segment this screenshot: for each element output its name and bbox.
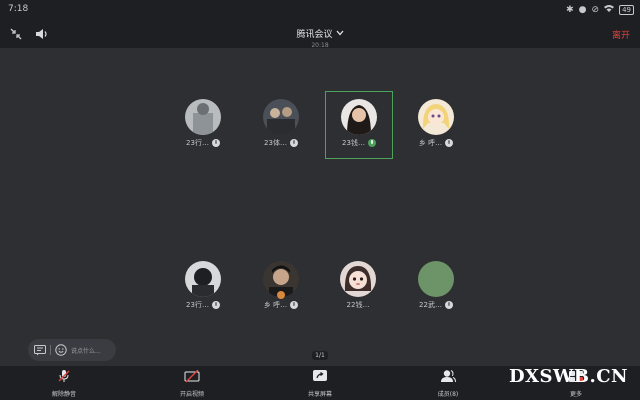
avatar bbox=[418, 99, 454, 135]
chevron-down-icon bbox=[336, 29, 344, 39]
wifi-icon bbox=[604, 4, 615, 15]
mic-muted-icon bbox=[57, 368, 71, 387]
mic-muted-icon bbox=[444, 301, 453, 309]
participant-tile[interactable]: 22钱… bbox=[325, 254, 391, 320]
page-indicator: 1/1 bbox=[312, 351, 328, 360]
participant-name-row: 22钱… bbox=[325, 300, 391, 310]
participant-name-row: 23钱… bbox=[326, 138, 392, 148]
participant-name: 乡 呼… bbox=[418, 139, 443, 147]
avatar bbox=[185, 99, 221, 135]
participant-name-row: 23行… bbox=[170, 138, 236, 148]
start-video-button[interactable]: 开启视频 bbox=[128, 366, 256, 400]
participant-name: 乡 呼… bbox=[263, 301, 288, 309]
mic-muted-icon bbox=[211, 301, 220, 309]
more-label: 更多 bbox=[569, 391, 582, 398]
participant-name-row: 22武… bbox=[403, 300, 469, 310]
participant-name: 22钱… bbox=[346, 301, 370, 309]
unmute-button[interactable]: 解除静音 bbox=[0, 366, 128, 400]
participant-name-row: 23行… bbox=[170, 300, 236, 310]
divider bbox=[50, 345, 51, 355]
participant-name: 23行… bbox=[186, 139, 209, 147]
participant-tile[interactable]: 22武… bbox=[403, 254, 469, 320]
chat-input-bar[interactable]: 说点什么... bbox=[28, 339, 116, 361]
mic-muted-icon bbox=[445, 139, 454, 147]
participant-tile[interactable]: 乡 呼… bbox=[248, 254, 314, 320]
participant-name-row: 乡 呼… bbox=[403, 138, 469, 148]
mic-muted-icon bbox=[289, 139, 298, 147]
share-screen-label: 共享屏幕 bbox=[307, 391, 332, 398]
leave-button[interactable]: 离开 bbox=[612, 28, 630, 41]
members-label: 成员(8) bbox=[437, 391, 459, 398]
avatar bbox=[341, 99, 377, 135]
unmute-label: 解除静音 bbox=[51, 391, 76, 398]
participant-name: 23体… bbox=[264, 139, 287, 147]
mute-status-icon: ⊘ bbox=[591, 4, 600, 15]
avatar bbox=[418, 261, 454, 297]
mic-on-icon bbox=[367, 139, 376, 147]
status-icons: ✱ ● ⊘ 49 bbox=[566, 4, 634, 15]
meeting-title-text: 腾讯会议 bbox=[296, 30, 333, 40]
members-icon bbox=[440, 368, 456, 387]
avatar bbox=[263, 99, 299, 135]
participant-tile[interactable]: 乡 呼… bbox=[403, 92, 469, 158]
participant-name: 22武… bbox=[419, 301, 442, 309]
chat-placeholder[interactable]: 说点什么... bbox=[71, 346, 101, 355]
watermark: DXSWB.CN bbox=[508, 366, 628, 387]
avatar bbox=[340, 261, 376, 297]
meeting-title-area[interactable]: 腾讯会议 20:18 bbox=[0, 22, 640, 49]
chat-list-icon[interactable] bbox=[34, 341, 46, 360]
share-screen-button[interactable]: 共享屏幕 bbox=[256, 366, 384, 400]
camera-off-icon bbox=[184, 368, 200, 387]
participant-tile[interactable]: 23体… bbox=[248, 92, 314, 158]
meeting-title[interactable]: 腾讯会议 bbox=[296, 27, 343, 40]
battery-indicator: 49 bbox=[619, 4, 634, 15]
participant-name: 23行… bbox=[186, 301, 209, 309]
avatar bbox=[185, 261, 221, 297]
participant-name-row: 乡 呼… bbox=[248, 300, 314, 310]
participant-name-row: 23体… bbox=[248, 138, 314, 148]
mic-muted-icon bbox=[211, 139, 220, 147]
emoji-icon[interactable] bbox=[55, 341, 67, 360]
mic-status-icon: ● bbox=[578, 4, 587, 15]
meeting-timer: 20:18 bbox=[311, 42, 329, 49]
participant-tile[interactable]: 23行… bbox=[170, 92, 236, 158]
start-video-label: 开启视频 bbox=[179, 391, 204, 398]
participant-name: 23钱… bbox=[342, 139, 365, 147]
status-bar: 7:18 ✱ ● ⊘ 49 bbox=[0, 0, 640, 20]
share-screen-icon bbox=[312, 368, 328, 387]
members-button[interactable]: 成员(8) bbox=[384, 366, 512, 400]
mic-muted-icon bbox=[290, 301, 299, 309]
meeting-header: 腾讯会议 20:18 离开 bbox=[0, 20, 640, 49]
participant-tile[interactable]: 23行… bbox=[170, 254, 236, 320]
status-time: 7:18 bbox=[8, 4, 29, 14]
speaking-indicator-icon bbox=[277, 291, 285, 299]
bluetooth-icon: ✱ bbox=[566, 4, 574, 15]
participant-tile-active[interactable]: 23钱… bbox=[325, 91, 393, 159]
